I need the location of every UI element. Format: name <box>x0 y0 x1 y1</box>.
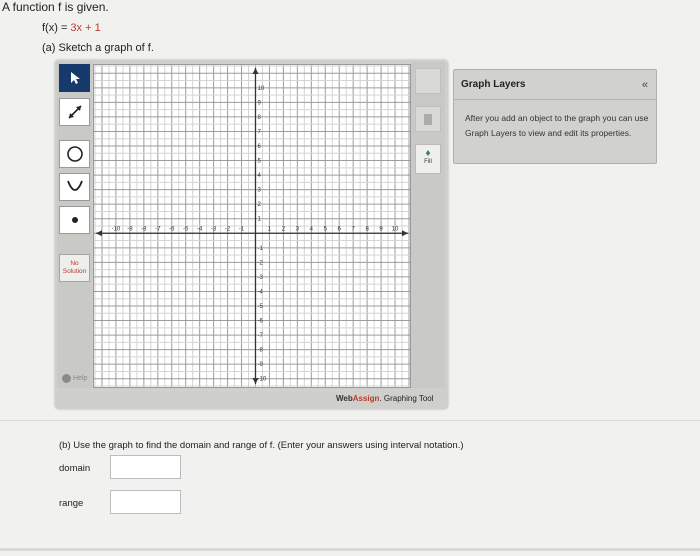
range-label: range <box>59 498 84 509</box>
y-tick-label: 4 <box>257 173 261 179</box>
tool-palette: No Solution Help <box>57 62 92 388</box>
y-tick-label: -4 <box>257 289 263 295</box>
y-tick-label: 1 <box>257 217 261 223</box>
y-tick-label: -6 <box>257 319 263 325</box>
pointer-tool-button[interactable] <box>59 64 90 92</box>
point-icon <box>71 217 78 223</box>
x-tick-label: 7 <box>352 226 356 232</box>
graph-layers-panel: Graph Layers « After you add an object t… <box>453 69 657 164</box>
x-tick-label: -2 <box>225 226 231 232</box>
part-a-prompt: (a) Sketch a graph of f. <box>42 42 154 54</box>
trash-tool-button[interactable] <box>415 106 441 132</box>
x-axis-arrow-right <box>402 230 408 237</box>
x-tick-label: 5 <box>324 226 328 232</box>
x-tick-label: -8 <box>141 226 147 232</box>
trash-icon <box>424 114 432 125</box>
x-tick-label: 8 <box>365 226 369 232</box>
help-label: Help <box>73 375 88 382</box>
parabola-tool-button[interactable] <box>59 173 90 201</box>
x-tick-label: -10 <box>112 226 121 232</box>
function-definition: f(x) = 3x + 1 <box>42 22 101 34</box>
y-tick-label: -1 <box>257 246 263 252</box>
x-tick-label: 6 <box>338 226 342 232</box>
x-tick-label: -1 <box>239 226 245 232</box>
function-lhs: f(x) = <box>42 22 71 34</box>
x-tick-label: 10 <box>392 226 399 232</box>
fill-tool-button[interactable]: ♦ Fill <box>415 144 441 174</box>
y-tick-label: -5 <box>257 304 263 310</box>
y-tick-label: -2 <box>257 260 263 266</box>
section-divider <box>0 420 700 421</box>
domain-input[interactable] <box>110 455 181 479</box>
x-tick-label: 9 <box>379 226 383 232</box>
coordinate-grid: -10 -9 -8 -7 -6 -5 -4 -3 -2 -1 1 2 3 4 5 6 7 8 9 10 10 9 8 7 6 5 4… <box>94 65 410 387</box>
y-tick-label: -9 <box>257 362 263 368</box>
y-tick-label: 9 <box>257 100 261 106</box>
y-tick-label: -10 <box>257 377 266 383</box>
line-segment-icon <box>67 105 82 119</box>
y-axis-arrow-up <box>252 68 259 74</box>
parabola-icon <box>66 180 83 191</box>
fill-icon: ♦ <box>425 148 431 159</box>
y-tick-label: 7 <box>257 129 261 135</box>
domain-label: domain <box>59 463 91 474</box>
x-tick-label: -7 <box>155 226 161 232</box>
x-axis-arrow-left <box>96 230 102 237</box>
point-tool-button[interactable] <box>59 206 90 234</box>
graph-layers-title: Graph Layers <box>461 79 526 90</box>
question-intro: A function f is given. <box>2 0 109 14</box>
line-tool-button[interactable] <box>59 98 90 126</box>
webassign-branding: WebAssign. Graphing Tool <box>336 394 434 403</box>
brand-web: Web <box>336 394 353 403</box>
brand-suffix: . Graphing Tool <box>379 394 434 403</box>
graph-layers-message: After you add an object to the graph you… <box>465 113 649 138</box>
help-icon <box>62 374 71 383</box>
x-tick-label: -3 <box>211 226 217 232</box>
fill-label: Fill <box>424 159 432 165</box>
bottom-rule <box>0 548 700 551</box>
y-tick-label: 8 <box>257 115 261 121</box>
no-solution-button[interactable]: No Solution <box>59 254 90 282</box>
y-tick-label: -3 <box>257 275 263 281</box>
x-tick-label: -9 <box>127 226 133 232</box>
x-tick-label: -6 <box>169 226 175 232</box>
function-rhs: 3x + 1 <box>70 22 101 34</box>
x-tick-label: 1 <box>268 226 272 232</box>
graph-actions-strip: ♦ Fill <box>411 62 445 388</box>
x-tick-label: -4 <box>197 226 203 232</box>
graph-layers-header: Graph Layers « <box>454 70 656 100</box>
y-tick-label: 6 <box>257 144 261 150</box>
brand-assign: Assign <box>352 394 380 403</box>
delete-tool-button[interactable] <box>415 68 441 94</box>
y-tick-label: 5 <box>257 159 261 165</box>
graph-canvas[interactable]: -10 -9 -8 -7 -6 -5 -4 -3 -2 -1 1 2 3 4 5 6 7 8 9 10 10 9 8 7 6 5 4… <box>93 64 411 388</box>
y-tick-label: 10 <box>257 86 264 92</box>
y-tick-label: -7 <box>257 333 263 339</box>
circle-tool-button[interactable] <box>59 140 90 168</box>
x-tick-label: -5 <box>183 226 189 232</box>
pointer-icon <box>70 72 80 84</box>
range-input[interactable] <box>110 490 181 514</box>
collapse-icon[interactable]: « <box>642 79 648 91</box>
y-tick-label: 2 <box>257 202 261 208</box>
y-tick-label: -8 <box>257 348 263 354</box>
part-b-prompt: (b) Use the graph to find the domain and… <box>59 440 464 451</box>
y-tick-label: 3 <box>257 188 261 194</box>
x-tick-label: 2 <box>282 226 286 232</box>
x-tick-label: 4 <box>310 226 314 232</box>
help-button[interactable]: Help <box>62 374 87 383</box>
x-tick-label: 3 <box>296 226 300 232</box>
circle-icon <box>66 146 83 162</box>
